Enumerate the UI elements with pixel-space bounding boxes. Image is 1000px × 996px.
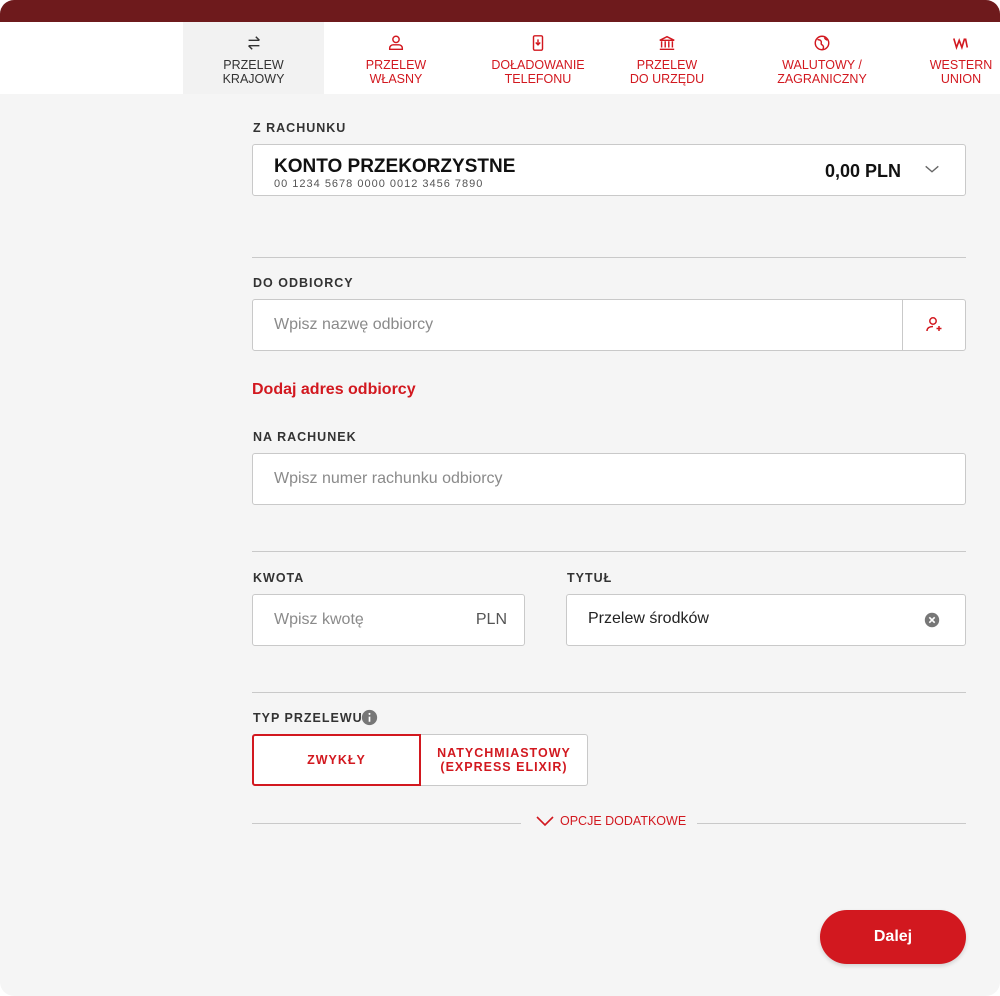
- to-account-input[interactable]: Wpisz numer rachunku odbiorcy: [252, 453, 966, 505]
- info-icon[interactable]: [361, 709, 378, 726]
- chevron-down-icon: [536, 816, 554, 827]
- from-account-label: Z RACHUNKU: [253, 121, 347, 135]
- tab-label: PRZELEW KRAJOWY: [222, 58, 285, 86]
- western-union-icon: [952, 34, 970, 58]
- divider: [252, 257, 966, 258]
- account-balance: 0,00 PLN: [824, 161, 901, 181]
- from-account-select[interactable]: KONTO PRZEKORZYSTNE 00 1234 5678 0000 00…: [252, 144, 966, 196]
- transfer-type-label: TYP PRZELEWU: [253, 711, 363, 725]
- tab-przelew-krajowy[interactable]: PRZELEW KRAJOWY: [183, 22, 324, 94]
- window-top-bar: [0, 0, 1000, 22]
- globe-icon: [813, 34, 831, 58]
- add-recipient-address-link[interactable]: Dodaj adres odbiorcy: [252, 381, 416, 399]
- tab-label: WESTERN UNION: [929, 58, 993, 86]
- recipient-placeholder: Wpisz nazwę odbiorcy: [274, 316, 434, 333]
- bank-building-icon: [658, 34, 676, 58]
- to-account-placeholder: Wpisz numer rachunku odbiorcy: [274, 470, 503, 487]
- amount-placeholder: Wpisz kwotę: [274, 611, 364, 628]
- tab-label: WALUTOWY / ZAGRANICZNY: [777, 58, 867, 86]
- recipient-input[interactable]: Wpisz nazwę odbiorcy: [252, 299, 966, 351]
- transfer-form-window: PRZELEW KRAJOWY PRZELEW WŁASNY DOŁADOWAN…: [0, 0, 1000, 996]
- transfer-type-option-zwykly[interactable]: ZWYKŁY: [252, 734, 421, 786]
- tab-przelew-do-urzedu[interactable]: PRZELEW DO URZĘDU: [620, 22, 714, 94]
- amount-input[interactable]: Wpisz kwotę PLN: [252, 594, 525, 646]
- currency-suffix: PLN: [475, 611, 507, 628]
- tab-western-union[interactable]: WESTERN UNION: [922, 22, 1000, 94]
- recipient-label: DO ODBIORCY: [253, 276, 354, 290]
- transfer-arrows-icon: [245, 34, 263, 58]
- contacts-icon: [926, 317, 942, 332]
- next-button[interactable]: Dalej: [820, 910, 966, 964]
- phone-topup-icon: [529, 34, 547, 58]
- contacts-button[interactable]: [902, 300, 965, 350]
- tab-doladowanie-telefonu[interactable]: DOŁADOWANIE TELEFONU: [470, 22, 606, 94]
- extra-options-toggle[interactable]: OPCJE DODATKOWE: [536, 814, 686, 828]
- tab-label: PRZELEW WŁASNY: [365, 58, 427, 86]
- tab-label: DOŁADOWANIE TELEFONU: [491, 58, 585, 86]
- title-input[interactable]: Przelew środków: [566, 594, 966, 646]
- title-value: Przelew środków: [588, 610, 709, 627]
- clear-icon[interactable]: [923, 611, 941, 629]
- transfer-type-nav: PRZELEW KRAJOWY PRZELEW WŁASNY DOŁADOWAN…: [0, 22, 1000, 94]
- to-account-label: NA RACHUNEK: [253, 430, 357, 444]
- amount-label: KWOTA: [253, 571, 305, 585]
- chevron-down-icon: [925, 165, 939, 173]
- extra-options-label: OPCJE DODATKOWE: [560, 814, 687, 828]
- account-number: 00 1234 5678 0000 0012 3456 7890: [274, 178, 484, 190]
- divider: [252, 823, 521, 824]
- divider: [697, 823, 966, 824]
- divider: [252, 551, 966, 552]
- tab-walutowy-zagraniczny[interactable]: WALUTOWY / ZAGRANICZNY: [758, 22, 886, 94]
- transfer-form: Z RACHUNKU KONTO PRZEKORZYSTNE 00 1234 5…: [0, 94, 1000, 996]
- person-icon: [387, 34, 405, 58]
- title-label: TYTUŁ: [567, 571, 613, 585]
- transfer-type-option-natychmiastowy[interactable]: NATYCHMIASTOWY (EXPRESS ELIXIR): [421, 734, 588, 786]
- account-name: KONTO PRZEKORZYSTNE: [274, 156, 516, 177]
- tab-przelew-wlasny[interactable]: PRZELEW WŁASNY: [336, 22, 456, 94]
- tab-label: PRZELEW DO URZĘDU: [629, 58, 705, 86]
- divider: [252, 692, 966, 693]
